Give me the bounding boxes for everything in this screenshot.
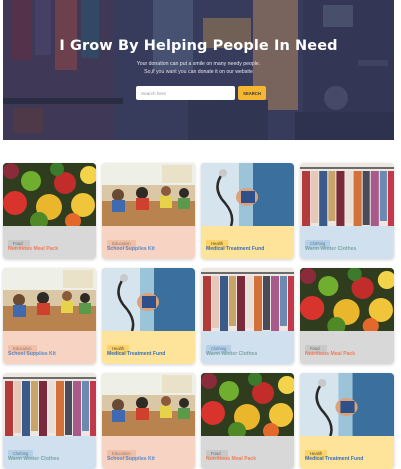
donation-card[interactable]: Clothing Warm Winter Clothes xyxy=(3,373,96,469)
donation-card[interactable]: Health Medical Treatment Fund xyxy=(102,268,195,364)
donation-card-title: Warm Winter Clothes xyxy=(8,456,60,462)
donation-card-title: Medical Treatment Fund xyxy=(107,351,166,357)
donation-card-title: School Supplies Kit xyxy=(107,246,155,252)
donation-card-body: Food Nutritious Meal Pack xyxy=(3,226,96,259)
donation-card-image xyxy=(300,268,394,331)
search-bar: SEARCH xyxy=(136,86,266,101)
donation-card-title: Warm Winter Clothes xyxy=(305,246,357,252)
donation-card-image xyxy=(102,373,195,436)
donation-card-grid: Food Nutritious Meal Pack Education School … xyxy=(3,163,394,469)
donation-card-body: Food Nutritious Meal Pack xyxy=(300,331,394,364)
donation-card-body: Education School Supplies Kit xyxy=(3,331,96,364)
donation-card[interactable]: Food Nutritious Meal Pack xyxy=(201,373,294,469)
donation-card[interactable]: Education School Supplies Kit xyxy=(102,163,195,259)
donation-card-image xyxy=(102,163,195,226)
donation-card-title: Medical Treatment Fund xyxy=(305,456,364,462)
hero-subtitle-line1: Your donation can put a smile on many ne… xyxy=(136,61,261,67)
donation-card-body: Education School Supplies Kit xyxy=(102,436,195,469)
donation-card-title: Nutritious Meal Pack xyxy=(206,456,257,462)
donation-card-title: Warm Winter Clothes xyxy=(206,351,258,357)
donation-card-image xyxy=(3,268,96,331)
donation-card[interactable]: Clothing Warm Winter Clothes xyxy=(201,268,294,364)
donation-card[interactable]: Education School Supplies Kit xyxy=(102,373,195,469)
donation-card-image xyxy=(201,163,294,226)
donation-card-body: Clothing Warm Winter Clothes xyxy=(201,331,294,364)
donation-card-body: Health Medical Treatment Fund xyxy=(300,436,394,469)
donation-card-body: Health Medical Treatment Fund xyxy=(201,226,294,259)
donation-card-title: School Supplies Kit xyxy=(107,456,155,462)
donation-card[interactable]: Education School Supplies Kit xyxy=(3,268,96,364)
donation-card-body: Health Medical Treatment Fund xyxy=(102,331,195,364)
donation-card-body: Food Nutritious Meal Pack xyxy=(201,436,294,469)
donation-card-body: Clothing Warm Winter Clothes xyxy=(300,226,394,259)
donation-card-image xyxy=(201,373,294,436)
donation-card-body: Education School Supplies Kit xyxy=(102,226,195,259)
search-button[interactable]: SEARCH xyxy=(238,86,266,100)
donation-card-title: Nutritious Meal Pack xyxy=(8,246,59,252)
donation-card[interactable]: Food Nutritious Meal Pack xyxy=(3,163,96,259)
search-input[interactable] xyxy=(136,86,235,100)
donation-card[interactable]: Health Medical Treatment Fund xyxy=(300,373,394,469)
donation-card-image xyxy=(3,163,96,226)
hero-subtitle-line2: So,if you want you can donate it on our … xyxy=(144,68,253,75)
donation-card[interactable]: Clothing Warm Winter Clothes xyxy=(300,163,394,259)
donation-card-image xyxy=(300,373,394,436)
hero-subtitle: Your donation can put a smile on many ne… xyxy=(3,61,394,76)
donation-card-image xyxy=(300,163,394,226)
donation-card-title: Medical Treatment Fund xyxy=(206,246,265,252)
donation-card-title: School Supplies Kit xyxy=(8,351,56,357)
donation-card-image xyxy=(3,373,96,436)
donation-card-title: Nutritious Meal Pack xyxy=(305,351,356,357)
hero-banner: I Grow By Helping People In Need Your do… xyxy=(3,0,394,140)
donation-card[interactable]: Health Medical Treatment Fund xyxy=(201,163,294,259)
donation-card-body: Clothing Warm Winter Clothes xyxy=(3,436,96,469)
donation-card-image xyxy=(201,268,294,331)
donation-card-image xyxy=(102,268,195,331)
donation-card[interactable]: Food Nutritious Meal Pack xyxy=(300,268,394,364)
hero-title: I Grow By Helping People In Need xyxy=(59,38,338,54)
